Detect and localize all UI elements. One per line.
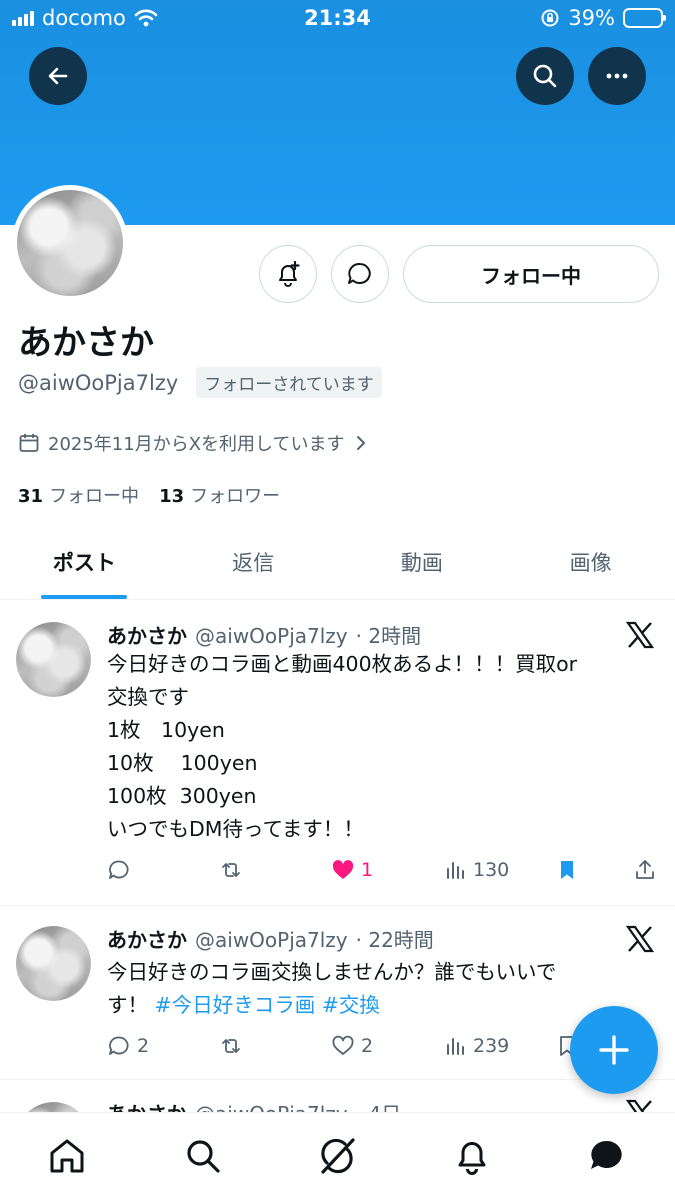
post-item[interactable]: あかさか @aiwOoPja7lzy · 2時間 今日好きのコラ画と動画400枚… [0,600,675,906]
reply-button[interactable]: 2 [107,1034,149,1058]
share-button[interactable] [633,858,657,882]
message-bubble-icon [348,262,371,284]
message-bubble-filled-icon [591,1140,622,1169]
nav-home[interactable] [46,1135,88,1177]
profile-name: あかさか [18,323,154,363]
nav-messages[interactable] [586,1135,628,1177]
chevron-right-icon [356,436,365,450]
notification-subscribe-button[interactable] [259,245,317,303]
joined-label: 2025年11月からXを利用しています [48,434,345,455]
battery-percent: 39% [568,6,615,30]
post-author-handle: @aiwOoPja7lzy [195,624,348,648]
nav-notifications[interactable] [451,1135,493,1177]
compose-post-button[interactable] [570,1006,658,1094]
reply-icon [109,1036,129,1055]
post-avatar[interactable] [16,926,91,1001]
repost-button[interactable] [219,858,243,882]
tab-images[interactable]: 画像 [506,525,675,599]
repost-button[interactable] [219,1034,243,1058]
bookmark-filled-icon [561,861,573,879]
arrow-left-icon [48,67,68,85]
x-logo-icon [625,621,655,649]
profile-handle: @aiwOoPja7lzy [18,370,179,395]
view-count: 239 [473,1035,510,1057]
post-actions: 1 130 [107,858,657,888]
views-chart-icon [447,1038,464,1055]
post-author-handle: @aiwOoPja7lzy [195,928,348,952]
bell-icon [458,1142,486,1175]
post-time: · 22時間 [355,928,434,952]
profile-avatar[interactable] [12,185,128,301]
repost-icon [222,863,240,877]
search-icon [187,1140,220,1173]
like-button[interactable]: 1 [331,858,373,882]
post-author-name: あかさか [107,624,187,648]
like-button[interactable]: 2 [331,1034,373,1058]
following-button[interactable]: フォロー中 [403,245,659,303]
back-button[interactable] [29,47,87,105]
like-count: 2 [361,1035,374,1057]
profile-tabs: ポスト 返信 動画 画像 [0,525,675,600]
reply-icon [109,860,129,879]
grok-icon [321,1138,355,1174]
tab-posts[interactable]: ポスト [0,525,169,599]
views-button[interactable]: 239 [443,1034,509,1058]
reply-count: 2 [137,1035,150,1057]
hashtag-link[interactable]: #今日好きコラ画 [155,993,316,1017]
views-chart-icon [447,862,464,879]
more-horizontal-icon [606,73,628,79]
status-bar: docomo 21:34 39% [0,0,675,38]
post-author-name: あかさか [107,928,187,952]
post-text: 今日好きのコラ画と動画400枚あるよ！！！買取or 交換です 1枚 10yen … [107,652,578,841]
heart-icon [332,1035,354,1055]
share-icon [636,860,654,879]
x-logo-icon [625,925,655,953]
view-count: 130 [473,859,510,881]
bell-plus-icon [279,260,300,287]
search-button[interactable] [516,47,574,105]
like-count: 1 [361,859,374,881]
post-time: · 2時間 [355,624,422,648]
follows-you-badge: フォローされています [196,367,382,398]
search-icon [533,64,557,88]
tab-videos[interactable]: 動画 [338,525,507,599]
home-icon [50,1139,84,1173]
nav-search[interactable] [182,1135,224,1177]
post-avatar[interactable] [16,622,91,697]
reply-button[interactable] [107,858,131,882]
followers-count-link[interactable]: 13 フォロワー [159,482,280,508]
repost-icon [222,1039,240,1053]
views-button[interactable]: 130 [443,858,509,882]
joined-date[interactable]: 2025年11月からXを利用しています [18,430,369,456]
message-button[interactable] [331,245,389,303]
post-text: 今日好きのコラ画交換しませんか？誰でもいいで す！ #今日好きコラ画 #交換 [107,960,557,1017]
bottom-nav [0,1112,675,1200]
calendar-icon [19,434,39,452]
bookmark-button[interactable] [555,858,579,882]
heart-filled-icon [332,860,354,879]
orientation-lock-icon [541,9,559,27]
plus-icon [599,1035,629,1065]
tab-replies[interactable]: 返信 [169,525,338,599]
nav-grok[interactable] [316,1135,358,1177]
hashtag-link[interactable]: #交換 [322,993,380,1017]
battery-icon [623,8,666,28]
following-count-link[interactable]: 31 フォロー中 [18,482,139,508]
more-button[interactable] [588,47,646,105]
